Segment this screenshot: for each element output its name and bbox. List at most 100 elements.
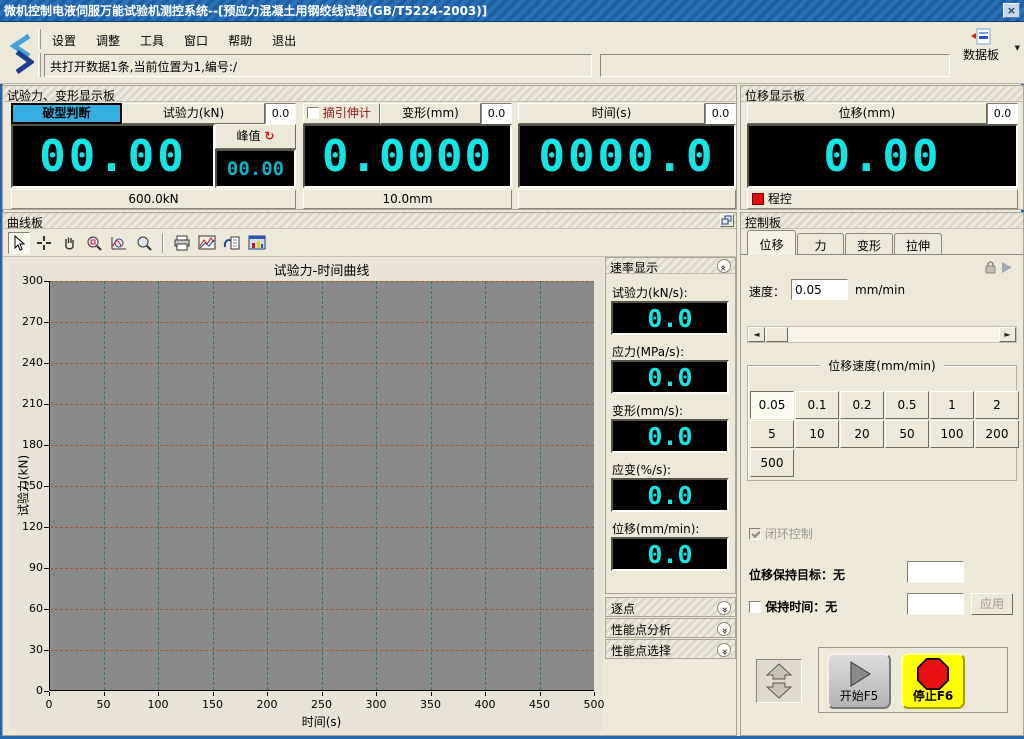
close-button[interactable]: × (1003, 3, 1020, 18)
force-range-label: 600.0kN (11, 189, 296, 209)
y-tick-mark (44, 609, 49, 610)
displacement-header-button[interactable]: 位移(mm) (747, 103, 987, 124)
menu-tools[interactable]: 工具 (132, 30, 172, 48)
y-tick-mark (44, 281, 49, 282)
scrollbar-right-arrow-icon[interactable]: ► (999, 327, 1016, 342)
chevron-down-icon: » (718, 607, 730, 613)
menu-settings[interactable]: 设置 (44, 30, 84, 48)
window-title: 微机控制电液伺服万能试验机测控系统--[预应力混凝土用钢绞线试验(GB/T522… (4, 2, 487, 19)
accordion-point-by-point[interactable]: 逐点 » (605, 597, 736, 617)
deform-header-button[interactable]: 变形(mm) (380, 103, 481, 124)
hold-target-input[interactable] (907, 561, 964, 583)
y-tick-label: 300 (11, 274, 43, 287)
x-tick-mark (322, 692, 323, 696)
deform-range-label: 10.0mm (303, 189, 512, 209)
y-tick-label: 0 (11, 684, 43, 697)
hold-time-checkbox[interactable] (749, 601, 761, 613)
speed-preset-button[interactable]: 500 (750, 449, 794, 477)
crosshair-tool-icon[interactable] (33, 232, 55, 254)
x-tick-mark (104, 692, 105, 696)
speed-input[interactable] (791, 279, 848, 300)
extensometer-toggle[interactable]: 摘引伸计 (303, 103, 380, 124)
extensometer-checkbox[interactable] (307, 107, 319, 119)
menu-adjust[interactable]: 调整 (88, 30, 128, 48)
run-arrow-icon[interactable] (1001, 259, 1013, 278)
speed-preset-button[interactable]: 1 (930, 391, 974, 419)
x-tick-label: 350 (413, 698, 449, 711)
data-panel-button[interactable]: ▼ 数据板 (950, 28, 1012, 78)
apply-button[interactable]: 应用 (971, 593, 1013, 615)
x-tick-label: 500 (576, 698, 612, 711)
tab-force[interactable]: 力 (797, 233, 844, 255)
force-header-button[interactable]: 试验力(kN) (122, 103, 265, 124)
x-tick-mark (158, 692, 159, 696)
y-tick-label: 180 (11, 438, 43, 451)
peak-button[interactable]: 峰值 ↻ (215, 124, 296, 149)
y-tick-mark (44, 404, 49, 405)
expand-button[interactable]: » (717, 643, 731, 657)
tab-displacement[interactable]: 位移 (747, 230, 796, 255)
y-tick-label: 150 (11, 479, 43, 492)
v-gridline (485, 281, 486, 690)
zoom-out-tool-icon[interactable] (133, 232, 155, 254)
scrollbar-left-arrow-icon[interactable]: ◄ (748, 327, 765, 342)
menu-help[interactable]: 帮助 (220, 30, 260, 48)
speed-preset-button[interactable]: 0.2 (840, 391, 884, 419)
rate-deform-value: 0.0 (611, 419, 729, 453)
speed-preset-button[interactable]: 20 (840, 420, 884, 448)
speed-preset-button[interactable]: 2 (975, 391, 1019, 419)
stop-button[interactable]: 停止F6 (901, 653, 965, 709)
menu-exit[interactable]: 退出 (264, 30, 304, 48)
y-tick-mark (44, 486, 49, 487)
data-panel-dropdown-icon[interactable]: ▼ (1015, 44, 1020, 52)
print-tool-icon[interactable] (171, 232, 193, 254)
status-grip (38, 53, 41, 77)
chart-overlay-tool-icon[interactable] (196, 232, 218, 254)
hold-time-input[interactable] (907, 593, 964, 615)
x-tick-label: 300 (358, 698, 394, 711)
speed-preset-button[interactable]: 0.5 (885, 391, 929, 419)
hold-time-label: 保持时间：无 (765, 600, 837, 614)
speed-preset-button[interactable]: 200 (975, 420, 1019, 448)
peak-refresh-icon[interactable]: ↻ (264, 129, 274, 143)
x-tick-mark (594, 692, 595, 696)
rate-displacement-label: 位移(mm/min): (612, 520, 699, 537)
speed-preset-button[interactable]: 0.05 (750, 391, 794, 419)
zoom-curve-tool-icon[interactable] (108, 232, 130, 254)
chart-area[interactable]: 试验力-时间曲线 试验力(kN) 时间(s) 03060901201501802… (9, 257, 603, 731)
control-panel-header: 控制板 (741, 213, 1023, 229)
chart-plot-area[interactable] (49, 281, 594, 691)
accordion-performance-select[interactable]: 性能点选择 » (605, 639, 736, 659)
cursor-tool-icon[interactable] (8, 232, 30, 254)
speed-preset-button[interactable]: 100 (930, 420, 974, 448)
x-tick-mark (213, 692, 214, 696)
rate-deform-label: 变形(mm/s): (612, 402, 683, 419)
break-judge-button[interactable]: 破型判断 (11, 103, 122, 124)
speed-preset-button[interactable]: 50 (885, 420, 929, 448)
tab-deform[interactable]: 变形 (845, 233, 893, 255)
x-tick-label: 250 (304, 698, 340, 711)
y-tick-mark (44, 650, 49, 651)
scrollbar-thumb[interactable] (766, 327, 788, 342)
restore-panel-icon[interactable] (720, 214, 734, 227)
copy-curve-tool-icon[interactable] (221, 232, 243, 254)
data-panel-icon (971, 28, 991, 46)
menu-window[interactable]: 窗口 (176, 30, 216, 48)
data-board-tool-icon[interactable] (246, 232, 268, 254)
zoom-region-tool-icon[interactable] (83, 232, 105, 254)
speed-preset-button[interactable]: 10 (795, 420, 839, 448)
time-range-label (518, 189, 736, 209)
expand-button[interactable]: » (717, 601, 731, 615)
speed-preset-button[interactable]: 5 (750, 420, 794, 448)
curve-panel-title: 曲线板 (7, 216, 43, 230)
speed-scrollbar[interactable]: ◄ ► (747, 326, 1017, 343)
accordion-performance-analysis[interactable]: 性能点分析 » (605, 618, 736, 638)
start-button[interactable]: 开始F5 (827, 653, 891, 709)
jog-up-down-button[interactable] (756, 659, 802, 703)
pan-hand-tool-icon[interactable] (58, 232, 80, 254)
tab-tension[interactable]: 拉伸 (894, 233, 942, 255)
collapse-rate-panel-button[interactable]: » (717, 259, 731, 273)
time-header-button[interactable]: 时间(s) (518, 103, 705, 124)
expand-button[interactable]: » (717, 622, 731, 636)
speed-preset-button[interactable]: 0.1 (795, 391, 839, 419)
